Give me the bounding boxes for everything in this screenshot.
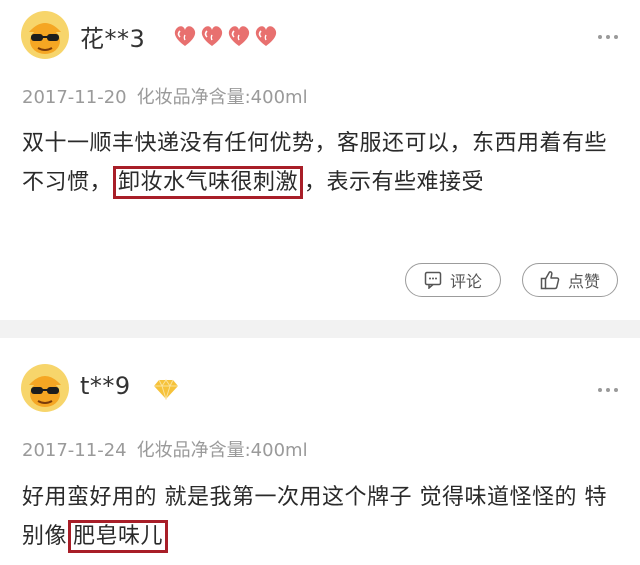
avatar[interactable] [20, 363, 70, 413]
highlighted-phrase: 卸妆水气味很刺激 [113, 166, 304, 199]
review-date: 2017-11-24 [22, 440, 127, 461]
diamond-level-icon [154, 379, 178, 401]
avatar-icon [21, 364, 69, 412]
avatar[interactable] [20, 10, 70, 60]
review-meta: 2017-11-20 化妆品净含量:400ml [22, 83, 308, 109]
review-card: t**9 2017-11-24 化妆品净含量:400ml 好用蛮好用的 就是我第一… [0, 338, 640, 565]
review-text: 双十一顺丰快递没有任何优势，客服还可以，东西用着有些不习惯， 卸妆水气味很刺激 ，表… [22, 124, 622, 202]
section-divider [0, 320, 640, 338]
user-level-badge [153, 378, 179, 401]
product-spec: 化妆品净含量:400ml [136, 87, 308, 108]
review-date: 2017-11-20 [22, 87, 127, 108]
product-spec: 化妆品净含量:400ml [136, 440, 308, 461]
review-text: 好用蛮好用的 就是我第一次用这个牌子 觉得味道怪怪的 特别像 肥皂味儿 [22, 478, 622, 556]
more-options-icon[interactable] [598, 387, 618, 393]
heart-level-icon [228, 26, 250, 46]
avatar-icon [21, 11, 69, 59]
username[interactable]: t**9 [80, 372, 131, 400]
user-level-badge [172, 24, 279, 48]
highlighted-phrase: 肥皂味儿 [68, 520, 169, 553]
thumbs-up-icon [540, 271, 560, 290]
comment-icon [424, 271, 442, 289]
review-text-part: ，表示有些难接受 [304, 170, 485, 195]
review-card: 花**3 2017-11-20 化妆品净含量:400ml 双十一顺丰快递没有任何优… [0, 0, 640, 320]
heart-level-icon [174, 26, 196, 46]
like-button[interactable]: 点赞 [522, 263, 618, 297]
comment-label: 评论 [449, 272, 482, 291]
comment-button[interactable]: 评论 [405, 263, 501, 297]
review-meta: 2017-11-24 化妆品净含量:400ml [22, 436, 308, 462]
like-label: 点赞 [567, 272, 600, 291]
username[interactable]: 花**3 [80, 19, 145, 54]
more-options-icon[interactable] [598, 34, 618, 40]
heart-level-icon [255, 26, 277, 46]
heart-level-icon [201, 26, 223, 46]
